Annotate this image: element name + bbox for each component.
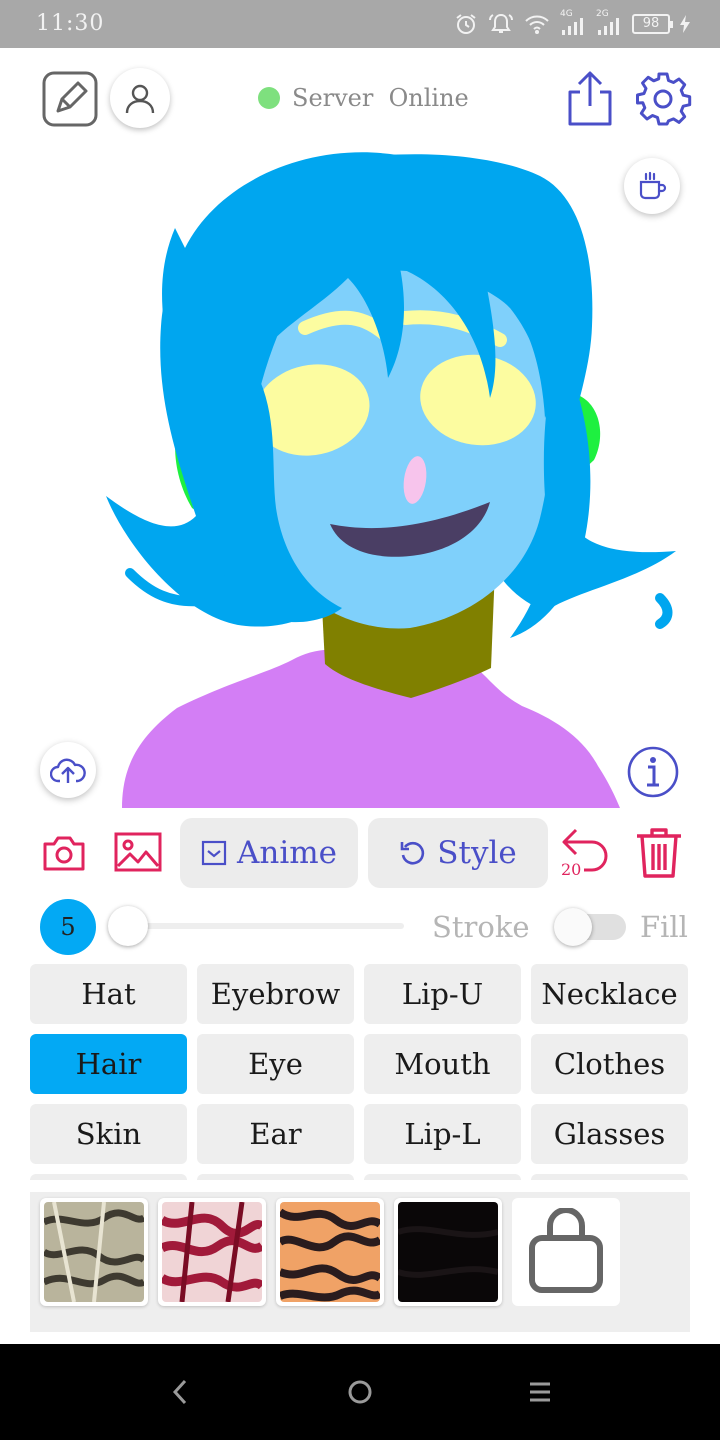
edit-icon bbox=[42, 71, 98, 127]
category-partial[interactable] bbox=[197, 1174, 354, 1180]
gallery-button[interactable] bbox=[114, 832, 162, 876]
action-row: Anime Style 20 bbox=[0, 818, 720, 888]
top-toolbar: Server Online bbox=[0, 48, 720, 148]
info-button[interactable] bbox=[626, 745, 680, 799]
shopping-bag-icon bbox=[529, 1208, 603, 1293]
texture-black-image bbox=[398, 1202, 498, 1302]
edit-button[interactable] bbox=[42, 71, 98, 127]
texture-swatch-tiger[interactable] bbox=[276, 1198, 384, 1306]
fill-toggle[interactable] bbox=[554, 908, 626, 946]
category-label: Lip-L bbox=[404, 1117, 481, 1151]
category-grid: Hat Eyebrow Lip-U Necklace Hair Eye Mout… bbox=[30, 964, 690, 1180]
coffee-icon bbox=[639, 171, 667, 200]
style-button[interactable]: Style bbox=[368, 818, 548, 888]
brush-size-slider[interactable] bbox=[112, 923, 404, 929]
category-label: Eyebrow bbox=[210, 977, 341, 1011]
alarm-icon bbox=[456, 14, 476, 34]
charging-icon bbox=[680, 15, 690, 33]
category-mouth[interactable]: Mouth bbox=[364, 1034, 521, 1094]
category-label: Eye bbox=[248, 1047, 303, 1081]
category-eyebrow[interactable]: Eyebrow bbox=[197, 964, 354, 1024]
cloud-upload-button[interactable] bbox=[40, 742, 96, 798]
texture-marble-image bbox=[44, 1202, 144, 1302]
texture-tiger-image bbox=[280, 1202, 380, 1302]
back-icon[interactable] bbox=[170, 1378, 190, 1406]
fill-label: Fill bbox=[640, 910, 688, 944]
category-hat[interactable]: Hat bbox=[30, 964, 187, 1024]
texture-swatch-crimson[interactable] bbox=[158, 1198, 266, 1306]
stroke-label: Stroke bbox=[432, 910, 530, 944]
status-icons: 4G 2G 98 bbox=[454, 9, 690, 38]
camera-button[interactable] bbox=[42, 834, 86, 876]
category-label: Necklace bbox=[541, 977, 678, 1011]
brush-size-badge: 5 bbox=[40, 899, 96, 955]
anime-button[interactable]: Anime bbox=[180, 818, 358, 888]
home-icon[interactable] bbox=[346, 1378, 374, 1406]
delete-button[interactable] bbox=[634, 826, 684, 884]
category-label: Ear bbox=[249, 1117, 302, 1151]
brush-size-slider-thumb[interactable] bbox=[108, 906, 148, 946]
image-icon bbox=[114, 832, 162, 872]
checkbox-icon bbox=[201, 840, 227, 866]
settings-icon bbox=[636, 72, 692, 126]
category-label: Clothes bbox=[553, 1047, 666, 1081]
drawing-canvas[interactable] bbox=[0, 148, 720, 808]
category-label: Hair bbox=[75, 1047, 142, 1081]
battery-indicator: 98 bbox=[632, 14, 673, 34]
category-eye[interactable]: Eye bbox=[197, 1034, 354, 1094]
category-hair[interactable]: Hair bbox=[30, 1034, 187, 1094]
info-icon bbox=[627, 746, 679, 798]
category-label: Mouth bbox=[394, 1047, 491, 1081]
category-ear[interactable]: Ear bbox=[197, 1104, 354, 1164]
signal-4g-icon: 4G bbox=[560, 9, 586, 36]
category-label: Hat bbox=[81, 977, 136, 1011]
wifi-icon bbox=[525, 15, 549, 34]
trash-icon bbox=[637, 828, 681, 878]
texture-crimson-image bbox=[162, 1202, 262, 1302]
server-status-text: Server Online bbox=[292, 84, 469, 112]
profile-button[interactable] bbox=[110, 68, 170, 128]
category-partial[interactable] bbox=[531, 1174, 688, 1180]
undo-count: 20 bbox=[561, 860, 582, 879]
bell-icon bbox=[489, 13, 513, 33]
refresh-icon bbox=[400, 841, 425, 865]
category-lip-lower[interactable]: Lip-L bbox=[364, 1104, 521, 1164]
category-lip-upper[interactable]: Lip-U bbox=[364, 964, 521, 1024]
share-button[interactable] bbox=[564, 70, 616, 128]
status-time: 11:30 bbox=[36, 11, 105, 36]
texture-swatch-black[interactable] bbox=[394, 1198, 502, 1306]
system-navigation-bar bbox=[0, 1344, 720, 1440]
user-icon bbox=[125, 84, 155, 114]
signal-2g-icon: 2G bbox=[596, 9, 622, 36]
anime-label: Anime bbox=[236, 835, 337, 871]
style-label: Style bbox=[437, 835, 517, 871]
category-label: Lip-U bbox=[401, 977, 484, 1011]
category-necklace[interactable]: Necklace bbox=[531, 964, 688, 1024]
shop-button[interactable] bbox=[512, 1198, 620, 1306]
camera-icon bbox=[43, 836, 85, 871]
category-label: Skin bbox=[75, 1117, 142, 1151]
coffee-button[interactable] bbox=[624, 158, 680, 214]
sketch-drawing bbox=[106, 152, 676, 808]
brush-settings-row: 5 Stroke Fill bbox=[0, 896, 720, 958]
fill-toggle-thumb bbox=[554, 908, 592, 946]
category-partial[interactable] bbox=[364, 1174, 521, 1180]
server-status: Server Online bbox=[258, 84, 469, 112]
category-skin[interactable]: Skin bbox=[30, 1104, 187, 1164]
category-partial[interactable] bbox=[30, 1174, 187, 1180]
category-clothes[interactable]: Clothes bbox=[531, 1034, 688, 1094]
status-bar: 11:30 4G 2G 98 bbox=[0, 0, 720, 48]
settings-button[interactable] bbox=[634, 70, 692, 128]
texture-strip bbox=[30, 1192, 690, 1332]
category-label: Glasses bbox=[553, 1117, 666, 1151]
server-status-dot bbox=[258, 87, 280, 109]
share-icon bbox=[568, 71, 612, 126]
menu-icon[interactable] bbox=[528, 1378, 552, 1406]
category-glasses[interactable]: Glasses bbox=[531, 1104, 688, 1164]
cloud-upload-icon bbox=[50, 758, 86, 783]
texture-swatch-marble[interactable] bbox=[40, 1198, 148, 1306]
